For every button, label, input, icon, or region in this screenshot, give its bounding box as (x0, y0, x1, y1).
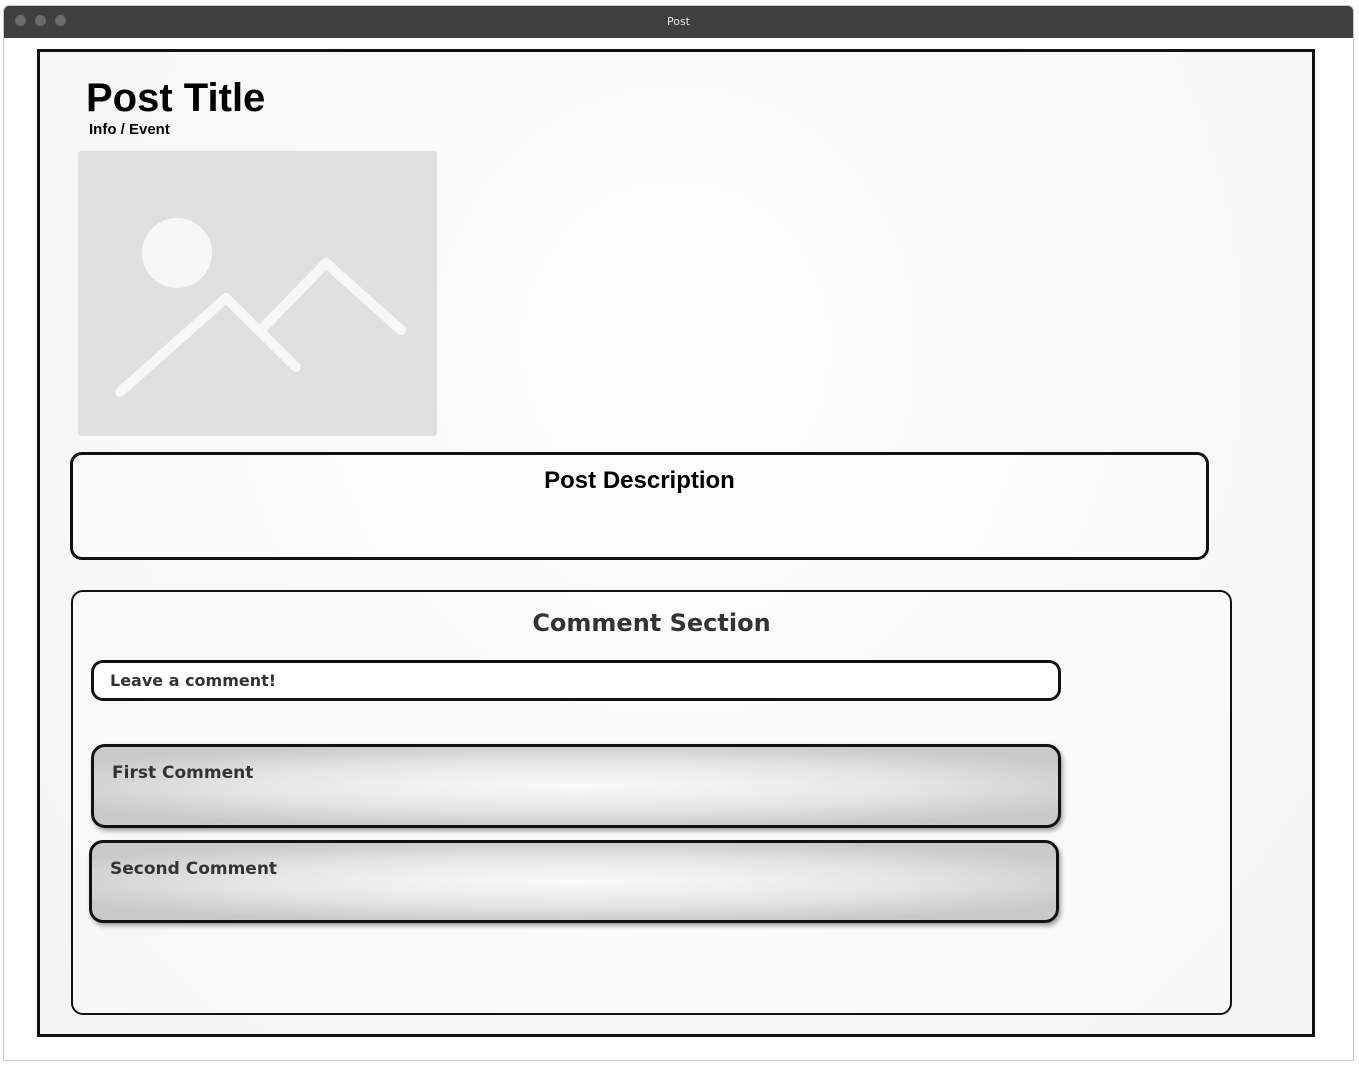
post-title: Post Title (86, 76, 266, 120)
comment-text: First Comment (112, 763, 254, 783)
window-titlebar: Post (4, 6, 1353, 38)
comment-card[interactable]: First Comment (91, 744, 1061, 828)
post-meta: Info / Event (89, 121, 170, 138)
image-placeholder-icon (115, 218, 406, 397)
post-image (78, 151, 437, 436)
comment-card[interactable]: Second Comment (89, 840, 1059, 923)
window-title: Post (666, 15, 690, 28)
post-description-title: Post Description (544, 467, 735, 494)
post-description-box: Post Description (70, 452, 1209, 560)
comment-section: Comment Section First Comment Second Com… (71, 590, 1232, 1015)
post-page: Post Title Info / Event Post Description… (37, 49, 1315, 1037)
comment-text: Second Comment (110, 859, 278, 879)
app-window: Post Post Title Info / Event Post Descri… (3, 5, 1354, 1061)
comment-section-title: Comment Section (532, 609, 771, 637)
comment-input[interactable] (91, 660, 1061, 701)
